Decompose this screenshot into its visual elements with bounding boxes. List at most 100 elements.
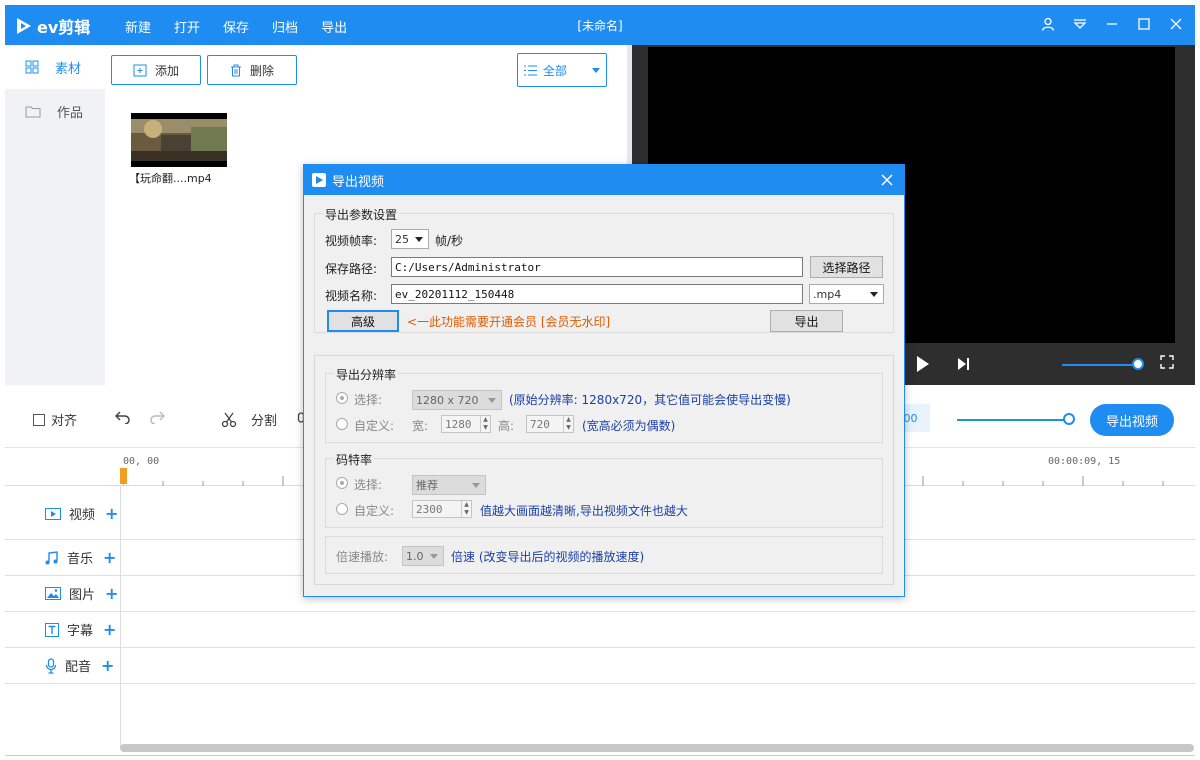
add-video-plus-icon[interactable]: +: [105, 504, 118, 523]
checkbox-box: [33, 413, 45, 426]
bitrate-spinner[interactable]: 2300 ▲ ▼: [412, 500, 472, 518]
zoom-slider-track[interactable]: [957, 419, 1069, 421]
add-subtitle-plus-icon[interactable]: +: [103, 620, 116, 639]
sidebar-item-works[interactable]: 作品: [5, 89, 105, 133]
next-frame-icon[interactable]: [957, 355, 971, 373]
add-music-plus-icon[interactable]: +: [103, 548, 116, 567]
track-subtitle[interactable]: 字幕 +: [5, 612, 1195, 648]
width-label: 宽:: [412, 419, 429, 433]
redo-icon: [150, 411, 165, 424]
dialog-title: 导出视频: [332, 174, 385, 190]
video-name-input[interactable]: ev_20201112_150448: [391, 284, 803, 304]
export-video-button[interactable]: 导出视频: [1090, 404, 1174, 436]
menu-new[interactable]: 新建: [125, 17, 151, 36]
speed-select[interactable]: 1.0: [402, 546, 444, 566]
align-label: 对齐: [51, 414, 78, 429]
sidebar-item-label: 作品: [57, 105, 84, 121]
split-button[interactable]: 分割: [221, 410, 277, 429]
chevron-down-icon: [488, 398, 496, 403]
playhead[interactable]: [120, 468, 127, 484]
params-group: 导出参数设置 视频帧率: 25 帧/秒 保存路径: C:/Users/Admin…: [314, 206, 894, 333]
grid-icon: [25, 60, 39, 74]
minimize-icon[interactable]: [1103, 13, 1121, 35]
play-icon[interactable]: [915, 355, 931, 373]
zoom-slider-knob[interactable]: [1063, 413, 1075, 425]
app-logo-icon: [312, 173, 326, 187]
bitrate-group-label: 码特率: [334, 451, 375, 468]
chevron-down-icon: [472, 483, 480, 488]
split-label: 分割: [251, 414, 278, 429]
path-input[interactable]: C:/Users/Administrator: [391, 257, 803, 277]
track-label: 配音: [65, 660, 92, 675]
height-value: 720: [530, 417, 550, 431]
bitrate-select-label: 选择:: [354, 478, 383, 492]
dialog-close-icon[interactable]: [878, 171, 896, 189]
ruler-start-time: 00, 00: [123, 456, 160, 467]
add-voiceover-plus-icon[interactable]: +: [101, 656, 114, 675]
speed-value: 1.0: [406, 549, 424, 563]
width-spinner[interactable]: 1280 ▲ ▼: [441, 415, 491, 433]
resolution-select[interactable]: 1280 x 720: [412, 390, 502, 410]
resolution-group-label: 导出分辨率: [334, 366, 399, 383]
menu-save[interactable]: 保存: [223, 17, 249, 36]
logo-play-icon: [17, 18, 31, 34]
text-icon: [45, 622, 59, 637]
menu-export[interactable]: 导出: [321, 17, 347, 36]
bitrate-select[interactable]: 推荐: [412, 475, 486, 495]
track-label: 字幕: [67, 624, 94, 639]
add-image-plus-icon[interactable]: +: [105, 584, 118, 603]
track-voiceover[interactable]: 配音 +: [5, 648, 1195, 684]
clip-thumbnail-image: [131, 113, 227, 167]
resolution-custom-radio[interactable]: [336, 418, 348, 430]
resolution-note: (原始分辨率: 1280x720，其它值可能会使导出变慢): [509, 393, 791, 407]
close-icon[interactable]: [1167, 13, 1185, 35]
add-button-label: 添加: [154, 63, 179, 78]
bitrate-custom-radio[interactable]: [336, 503, 348, 515]
track-label: 图片: [69, 588, 96, 603]
image-icon: [45, 587, 61, 600]
resolution-custom-label: 自定义:: [354, 419, 395, 433]
menu-archive[interactable]: 归档: [272, 17, 298, 36]
bitrate-custom-label: 自定义:: [354, 504, 395, 518]
redo-button[interactable]: [149, 410, 165, 424]
clip-thumbnail[interactable]: [131, 113, 227, 167]
logo-text: ev剪辑: [37, 18, 91, 37]
list-icon: [524, 65, 537, 75]
undo-button[interactable]: [115, 410, 131, 424]
delete-button[interactable]: 删除: [207, 55, 297, 85]
bottom-border: [5, 755, 1195, 756]
maximize-icon[interactable]: [1135, 13, 1153, 35]
speed-group: 倍速播放: 1.0 倍速 (改变导出后的视频的播放速度): [325, 536, 883, 574]
bitrate-group: 码特率 选择: 推荐 自定义: 2300 ▲ ▼ 值越大画面越清晰,导出视频文件也…: [325, 451, 883, 528]
dialog-export-button[interactable]: 导出: [770, 310, 843, 332]
preview-volume-knob[interactable]: [1132, 358, 1144, 370]
asset-filter-select[interactable]: 全部: [517, 53, 607, 87]
user-icon[interactable]: [1039, 13, 1057, 35]
preview-volume-track[interactable]: [1062, 364, 1140, 366]
bitrate-select-radio[interactable]: [336, 477, 348, 489]
height-spinner[interactable]: 720 ▲ ▼: [526, 415, 574, 433]
window-controls: [1039, 13, 1185, 35]
mic-icon: [45, 657, 57, 674]
fps-select[interactable]: 25: [391, 229, 429, 249]
video-icon: [45, 507, 61, 520]
chevron-down-icon: [592, 67, 600, 73]
sidebar-item-assets[interactable]: 素材: [5, 45, 105, 89]
track-head-music: 音乐 +: [45, 548, 116, 567]
resolution-select-radio[interactable]: [336, 392, 348, 404]
path-label: 保存路径:: [325, 262, 378, 276]
choose-path-button[interactable]: 选择路径: [810, 256, 883, 278]
width-value: 1280: [445, 417, 472, 431]
format-value: .mp4: [813, 287, 842, 301]
advanced-button[interactable]: 高级: [327, 310, 399, 332]
timeline-scrollbar[interactable]: [120, 744, 1194, 752]
format-select[interactable]: .mp4: [809, 284, 884, 304]
fullscreen-icon[interactable]: [1160, 355, 1174, 369]
chevron-down-icon: [415, 237, 423, 242]
dropdown-menu-icon[interactable]: [1071, 13, 1089, 35]
scissors-icon: [221, 412, 237, 427]
align-checkbox[interactable]: 对齐: [33, 410, 77, 429]
add-button[interactable]: 添加: [111, 55, 201, 85]
bitrate-note: 值越大画面越清晰,导出视频文件也越大: [480, 504, 688, 518]
menu-open[interactable]: 打开: [174, 17, 200, 36]
